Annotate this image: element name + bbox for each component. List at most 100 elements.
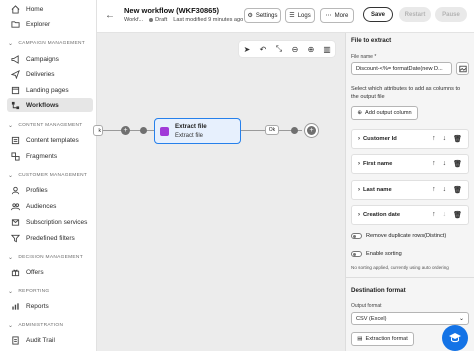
back-arrow-icon[interactable]: ←: [105, 10, 115, 21]
audience-icon: [10, 201, 20, 211]
graduation-cap-icon: [449, 333, 461, 343]
help-tutorial-button[interactable]: [442, 325, 468, 351]
zoom-out-icon[interactable]: ⊖: [289, 45, 301, 54]
section-reporting[interactable]: ⌄ REPORTING: [8, 288, 49, 295]
expression-editor-button[interactable]: [456, 62, 469, 75]
nav-item-content-templates[interactable]: Content templates: [7, 133, 93, 147]
add-output-column-button[interactable]: ⊕ Add output column: [351, 106, 418, 120]
move-up-icon[interactable]: ↑: [432, 211, 436, 219]
template-icon: [10, 135, 20, 145]
enable-sorting-toggle[interactable]: [351, 251, 362, 257]
column-row-customer-id[interactable]: › Customer Id ↑ ↓ 🗑: [351, 129, 469, 149]
previous-transition-label[interactable]: k: [93, 125, 103, 136]
canvas-toolbar: ➤ ↶ ⤡ ⊖ ⊕ ▥: [239, 41, 335, 57]
column-row-last-name[interactable]: › Last name ↑ ↓ 🗑: [351, 180, 469, 200]
gear-icon: ⚙: [247, 13, 253, 19]
pause-button[interactable]: Pause: [435, 7, 467, 22]
extraction-format-button[interactable]: ▤ Extraction format: [351, 332, 414, 346]
move-up-icon[interactable]: ↑: [432, 160, 436, 168]
nav-item-reports[interactable]: Reports: [7, 299, 93, 313]
chevron-down-icon: ⌄: [8, 41, 14, 47]
move-down-icon[interactable]: ↓: [443, 211, 447, 219]
report-icon: [10, 301, 20, 311]
nav-item-subscription-services[interactable]: Subscription services: [7, 215, 93, 229]
column-row-creation-date[interactable]: › Creation date ↑ ↓ 🗑: [351, 205, 469, 225]
nav-item-offers[interactable]: Offers: [7, 265, 93, 279]
move-down-icon[interactable]: ↓: [443, 160, 447, 168]
nav-item-campaigns[interactable]: Campaigns: [7, 52, 93, 66]
section-administration[interactable]: ⌄ ADMINISTRATION: [8, 322, 63, 329]
workflow-title: New workflow (WKF30865): [124, 6, 220, 15]
destination-format-title: Destination format: [351, 287, 406, 294]
activity-properties-panel: File to extract File name * Discount-<%=…: [345, 33, 474, 351]
chevron-down-icon: ⌄: [458, 316, 464, 322]
section-customer-management[interactable]: ⌄ CUSTOMER MANAGEMENT: [8, 172, 87, 179]
file-name-label: File name *: [351, 54, 377, 60]
columns-icon[interactable]: ▥: [321, 45, 333, 54]
panel-title: File to extract: [351, 37, 392, 44]
workflow-canvas[interactable]: ➤ ↶ ⤡ ⊖ ⊕ ▥ k + Extract file Extract fil…: [93, 33, 345, 351]
delete-icon[interactable]: 🗑: [453, 186, 462, 194]
column-row-first-name[interactable]: › First name ↑ ↓ 🗑: [351, 154, 469, 174]
chevron-right-icon: ›: [358, 187, 360, 193]
enable-sorting-label: Enable sorting: [366, 251, 402, 257]
section-decision-management[interactable]: ⌄ DECISION MANAGEMENT: [8, 254, 83, 261]
more-button[interactable]: ⋯ More: [320, 8, 354, 23]
move-up-icon[interactable]: ↑: [432, 135, 436, 143]
chevron-down-icon: ⌄: [8, 323, 14, 329]
nav-item-explorer[interactable]: Explorer: [7, 17, 93, 31]
send-icon: [10, 69, 20, 79]
profile-icon: [10, 185, 20, 195]
section-campaign-management[interactable]: ⌄ CAMPAIGN MANAGEMENT: [8, 40, 85, 47]
add-next-activity-button[interactable]: +: [304, 123, 319, 138]
audit-icon: [10, 335, 20, 345]
undo-icon[interactable]: ↶: [257, 45, 269, 54]
nav-item-fragments[interactable]: Fragments: [7, 149, 93, 163]
nav-item-audit-trail[interactable]: Audit Trail: [7, 333, 93, 347]
offer-icon: [10, 267, 20, 277]
nav-item-deliveries[interactable]: Deliveries: [7, 67, 93, 81]
nav-item-workflows[interactable]: Workflows: [7, 98, 93, 112]
section-content-management[interactable]: ⌄ CONTENT MANAGEMENT: [8, 122, 83, 129]
nav-item-predefined-filters[interactable]: Predefined filters: [7, 231, 93, 245]
fragment-icon: [10, 151, 20, 161]
breadcrumb[interactable]: Workf...: [124, 17, 143, 23]
workflow-header: ← New workflow (WKF30865) Workf... Draft…: [97, 0, 474, 33]
settings-button[interactable]: ⚙ Settings: [244, 8, 281, 23]
workflow-icon: [10, 100, 20, 110]
status-badge: Draft: [149, 17, 167, 23]
delete-icon[interactable]: 🗑: [453, 211, 462, 219]
nav-item-landing-pages[interactable]: Landing pages: [7, 83, 93, 97]
nav-item-home[interactable]: Home: [7, 2, 93, 16]
output-format-select[interactable]: CSV (Excel) ⌄: [351, 312, 469, 325]
pointer-icon[interactable]: ➤: [241, 45, 253, 54]
extract-file-activity[interactable]: Extract file Extract file: [154, 118, 241, 144]
expand-icon[interactable]: ⤡: [273, 44, 285, 54]
image-icon: [458, 65, 467, 72]
file-name-input[interactable]: Discount-<%= formatDate(new D...: [351, 62, 452, 75]
delete-icon[interactable]: 🗑: [453, 160, 462, 168]
nav-item-audiences[interactable]: Audiences: [7, 199, 93, 213]
move-down-icon[interactable]: ↓: [443, 186, 447, 194]
chevron-down-icon: ⌄: [8, 173, 14, 179]
add-activity-button[interactable]: +: [121, 126, 130, 135]
zoom-in-icon[interactable]: ⊕: [305, 45, 317, 54]
chevron-right-icon: ›: [358, 212, 360, 218]
filter-icon: [10, 233, 20, 243]
remove-duplicates-toggle[interactable]: [351, 233, 362, 239]
plus-icon: ⊕: [357, 110, 363, 116]
divider: [346, 277, 474, 278]
nav-item-profiles[interactable]: Profiles: [7, 183, 93, 197]
delete-icon[interactable]: 🗑: [453, 135, 462, 143]
restart-button[interactable]: Restart: [399, 7, 431, 22]
move-up-icon[interactable]: ↑: [432, 186, 436, 194]
last-modified: Last modified 9 minutes ago: [173, 17, 244, 23]
list-icon: ☰: [289, 13, 295, 19]
home-icon: [10, 4, 20, 14]
transition-ok-label[interactable]: Ok: [265, 125, 279, 135]
campaign-icon: [10, 54, 20, 64]
output-format-label: Output format: [351, 303, 382, 309]
move-down-icon[interactable]: ↓: [443, 135, 447, 143]
save-button[interactable]: Save: [363, 7, 393, 22]
logs-button[interactable]: ☰ Logs: [285, 8, 315, 23]
